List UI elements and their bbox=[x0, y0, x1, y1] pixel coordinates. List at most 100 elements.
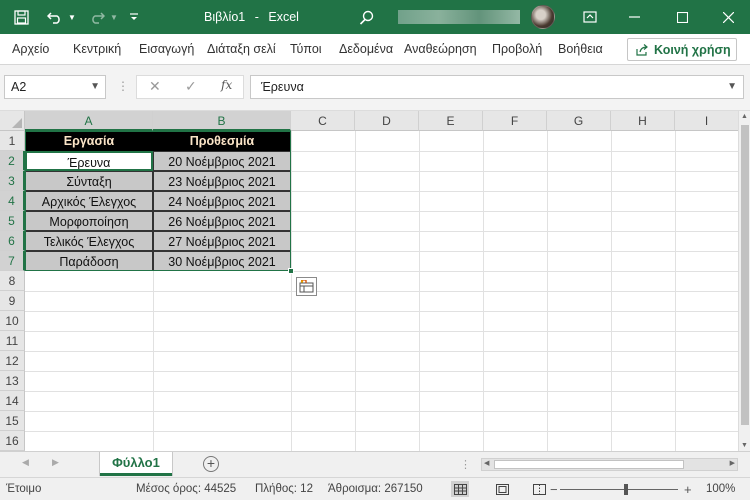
tab-formulas[interactable]: Τύποι bbox=[290, 34, 330, 65]
row-header-2[interactable]: 2 bbox=[0, 151, 25, 171]
redo-dropdown-icon[interactable]: ▼ bbox=[109, 0, 119, 34]
column-header-f[interactable]: F bbox=[483, 111, 547, 131]
expand-formula-bar-icon[interactable]: ▼ bbox=[727, 76, 737, 98]
redo-icon[interactable] bbox=[86, 0, 108, 34]
status-sum[interactable]: Άθροισμα: 267150 bbox=[328, 478, 423, 501]
select-all-button[interactable] bbox=[0, 111, 25, 131]
tab-view[interactable]: Προβολή bbox=[492, 34, 550, 65]
cell-a6[interactable]: Τελικός Έλεγχος bbox=[25, 231, 153, 251]
column-header-b[interactable]: B bbox=[153, 111, 291, 131]
cell-b6[interactable]: 27 Νοέμβριος 2021 bbox=[153, 231, 291, 251]
normal-view-icon[interactable] bbox=[451, 481, 469, 497]
row-header-14[interactable]: 14 bbox=[0, 391, 25, 411]
row-header-13[interactable]: 13 bbox=[0, 371, 25, 391]
customize-toolbar-icon[interactable] bbox=[127, 0, 141, 34]
scroll-down-icon[interactable]: ▼ bbox=[741, 442, 748, 449]
cell-b1[interactable]: Προθεσμία bbox=[153, 131, 291, 151]
formula-input[interactable]: Έρευνα ▼ bbox=[250, 75, 744, 99]
add-sheet-icon[interactable]: + bbox=[203, 456, 219, 472]
close-icon[interactable] bbox=[716, 0, 740, 34]
column-header-c[interactable]: C bbox=[291, 111, 355, 131]
tab-review[interactable]: Αναθεώρηση bbox=[404, 34, 484, 65]
cell-b7[interactable]: 30 Νοέμβριος 2021 bbox=[153, 251, 291, 271]
cancel-icon[interactable]: ✕ bbox=[149, 78, 161, 95]
row-header-11[interactable]: 11 bbox=[0, 331, 25, 351]
page-layout-view-icon[interactable] bbox=[493, 481, 511, 497]
next-sheet-icon[interactable]: ▶ bbox=[52, 457, 59, 468]
share-button[interactable]: Κοινή χρήση bbox=[627, 38, 737, 61]
row-header-15[interactable]: 15 bbox=[0, 411, 25, 431]
undo-icon[interactable] bbox=[44, 0, 66, 34]
status-average[interactable]: Μέσος όρος: 44525 bbox=[136, 478, 236, 501]
zoom-slider[interactable] bbox=[560, 489, 678, 490]
scroll-right-icon[interactable]: ▶ bbox=[730, 459, 735, 467]
column-header-a[interactable]: A bbox=[25, 111, 153, 131]
cell-a2[interactable]: Έρευνα bbox=[25, 151, 153, 171]
column-header-g[interactable]: G bbox=[547, 111, 611, 131]
zoom-out-icon[interactable]: − bbox=[550, 478, 558, 501]
undo-dropdown-icon[interactable]: ▼ bbox=[67, 0, 77, 34]
vertical-scroll-thumb[interactable] bbox=[741, 125, 749, 425]
tab-split-handle-icon[interactable]: ⋮ bbox=[460, 458, 471, 471]
tab-home[interactable]: Κεντρική bbox=[73, 34, 131, 65]
ribbon-display-options-icon[interactable] bbox=[578, 0, 602, 34]
tab-file[interactable]: Αρχείο bbox=[12, 34, 66, 65]
sheet-tab-active[interactable]: Φύλλο1 bbox=[100, 452, 172, 476]
insert-function-icon[interactable]: fx bbox=[221, 78, 232, 92]
quick-analysis-icon bbox=[299, 280, 314, 293]
column-header-i[interactable]: I bbox=[675, 111, 738, 131]
vertical-scrollbar[interactable]: ▲ ▼ bbox=[738, 111, 750, 451]
scroll-left-icon[interactable]: ◀ bbox=[484, 459, 489, 467]
column-header-d[interactable]: D bbox=[355, 111, 419, 131]
scroll-up-icon[interactable]: ▲ bbox=[741, 113, 748, 120]
zoom-level[interactable]: 100% bbox=[706, 478, 735, 501]
fill-handle[interactable] bbox=[288, 268, 294, 274]
horizontal-scrollbar[interactable]: ◀ ▶ bbox=[481, 458, 738, 471]
minimize-icon[interactable] bbox=[622, 0, 646, 34]
status-count[interactable]: Πλήθος: 12 bbox=[255, 478, 313, 501]
tab-help[interactable]: Βοήθεια bbox=[558, 34, 614, 65]
row-header-16[interactable]: 16 bbox=[0, 431, 25, 451]
row-header-1[interactable]: 1 bbox=[0, 131, 25, 151]
tab-page-layout[interactable]: Διάταξη σελί bbox=[207, 34, 283, 65]
row-header-9[interactable]: 9 bbox=[0, 291, 25, 311]
cell-a7[interactable]: Παράδοση bbox=[25, 251, 153, 271]
cell-a1[interactable]: Εργασία bbox=[25, 131, 153, 151]
row-header-4[interactable]: 4 bbox=[0, 191, 25, 211]
row-header-7[interactable]: 7 bbox=[0, 251, 25, 271]
save-icon[interactable] bbox=[10, 0, 32, 34]
tab-data[interactable]: Δεδομένα bbox=[339, 34, 401, 65]
row-header-6[interactable]: 6 bbox=[0, 231, 25, 251]
zoom-in-icon[interactable]: + bbox=[684, 478, 692, 501]
quick-analysis-button[interactable] bbox=[296, 277, 317, 296]
cell-a3[interactable]: Σύνταξη bbox=[25, 171, 153, 191]
name-box-dropdown-icon[interactable]: ▼ bbox=[90, 76, 100, 98]
tab-insert[interactable]: Εισαγωγή bbox=[139, 34, 201, 65]
cell-b5[interactable]: 26 Νοέμβριος 2021 bbox=[153, 211, 291, 231]
worksheet-grid[interactable]: A B C D E F G H I 1 2 3 4 5 6 7 8 9 10 1… bbox=[0, 111, 738, 451]
maximize-icon[interactable] bbox=[670, 0, 694, 34]
name-box[interactable]: A2 ▼ bbox=[4, 75, 106, 99]
user-avatar[interactable] bbox=[531, 5, 555, 29]
row-header-12[interactable]: 12 bbox=[0, 351, 25, 371]
row-header-8[interactable]: 8 bbox=[0, 271, 25, 291]
column-header-h[interactable]: H bbox=[611, 111, 675, 131]
resize-handle-icon[interactable]: ⋮ bbox=[117, 79, 129, 93]
horizontal-scroll-thumb[interactable] bbox=[494, 460, 684, 469]
row-header-10[interactable]: 10 bbox=[0, 311, 25, 331]
search-icon[interactable] bbox=[355, 0, 377, 34]
cell-b2[interactable]: 20 Νοέμβριος 2021 bbox=[153, 151, 291, 171]
zoom-slider-thumb[interactable] bbox=[624, 484, 628, 495]
cell-b4[interactable]: 24 Νοέμβριος 2021 bbox=[153, 191, 291, 211]
cell-b3[interactable]: 23 Νοέμβριος 2021 bbox=[153, 171, 291, 191]
row-header-5[interactable]: 5 bbox=[0, 211, 25, 231]
enter-icon[interactable]: ✓ bbox=[185, 78, 197, 95]
column-header-e[interactable]: E bbox=[419, 111, 483, 131]
page-break-preview-icon[interactable] bbox=[530, 481, 548, 497]
ribbon-tabs: Αρχείο Κεντρική Εισαγωγή Διάταξη σελί Τύ… bbox=[0, 34, 750, 65]
cell-a5[interactable]: Μορφοποίηση bbox=[25, 211, 153, 231]
cell-a4[interactable]: Αρχικός Έλεγχος bbox=[25, 191, 153, 211]
prev-sheet-icon[interactable]: ◀ bbox=[22, 457, 29, 468]
gridline bbox=[25, 391, 738, 392]
row-header-3[interactable]: 3 bbox=[0, 171, 25, 191]
